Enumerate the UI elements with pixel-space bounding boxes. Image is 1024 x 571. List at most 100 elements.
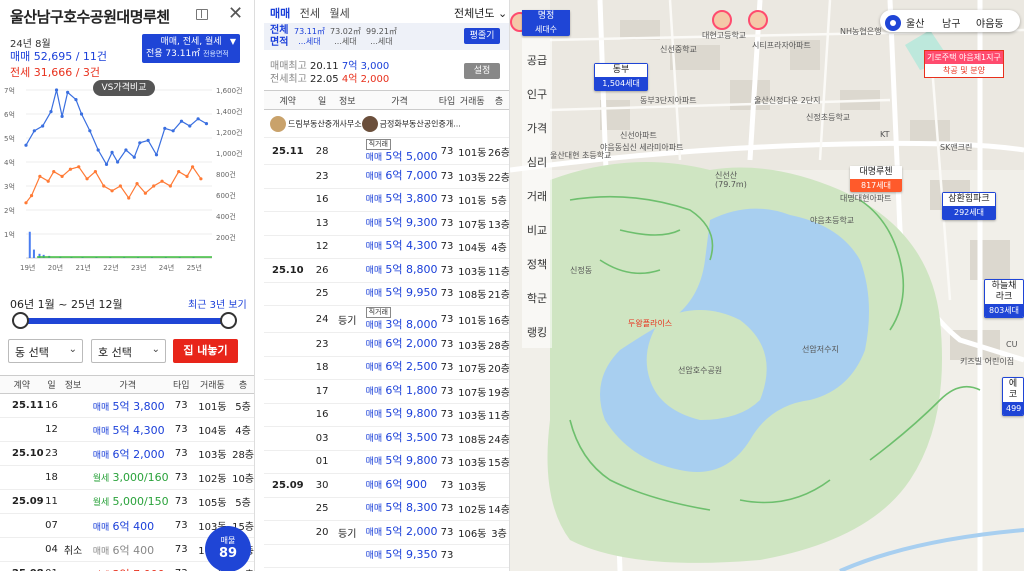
table-row[interactable]: 18 매매 6억 2,500 73 107동 20층 [264,356,509,380]
table-row[interactable]: 23 매매 6억 7,000 73 103동 22층 [264,164,509,189]
map-menu-item[interactable]: 공급 [520,52,554,68]
complex-marker-eco[interactable]: 에코 499 [1002,377,1024,416]
map-menu-item[interactable]: 심리 [520,154,554,170]
filter-badge[interactable]: 매매, 전세, 월세 ▼ 전용 73.11㎡ 전용면적 [142,34,240,63]
table-row[interactable]: 매매 5억 9,350 73 [264,544,509,568]
table-row[interactable]: 16 매매 5억 9,800 73 103동 11층 [264,403,509,427]
cell-day: 17 [311,379,333,404]
list-house-button[interactable]: 집 내놓기 [173,339,238,363]
area-option[interactable]: 73.02㎡ ...세대 [330,27,361,47]
table-row[interactable]: 24 등기 직거래 매매 3억 8,000 73 101동 16층 [264,305,509,333]
location-icon[interactable] [885,15,901,31]
table-row[interactable]: 25.11 16 매매 5억 3,800 73 101동 5층 [0,393,254,418]
complex-marker-daemyeong-luchen[interactable]: 대명루첸 817세대 [850,166,902,192]
table-row[interactable]: 03 매매 6억 3,500 73 108동 24층 [264,426,509,451]
table-row[interactable]: 25.10 23 매매 6억 2,000 73 103동 28층 [0,441,254,466]
area-option[interactable]: 73.11㎡ ...세대 [294,27,325,47]
user-avatar[interactable] [712,10,732,30]
table-row[interactable]: 25.11 28 직거래 매매 5억 5,000 73 101동 26층 [264,137,509,165]
table-row[interactable]: 16 매매 5억 3,800 73 101동 5층 [264,188,509,212]
table-row[interactable]: 17 매매 6억 1,800 73 107동 19층 [264,379,509,404]
cell-info [332,356,362,380]
area-all-label[interactable]: 전체 면적 [270,25,290,49]
col-type[interactable]: 타입 [437,90,457,110]
col-info[interactable]: 정보 [332,90,362,110]
cell-price: 매매 5억 8,300 [361,497,438,521]
table-row[interactable]: 12 매매 5억 4,300 73 104동 4층 [264,235,509,259]
table-row[interactable]: 25.09 30 매매 6억 900 73 103동 [264,473,509,498]
region-1[interactable]: 울산 [906,15,924,30]
year-select[interactable]: 전체년도 ⌄ [454,5,507,21]
table-row[interactable]: 25 매매 5억 9,950 73 108동 21층 [264,282,509,306]
close-icon[interactable]: ✕ [228,3,243,24]
filter-area-small: 전용면적 [203,50,229,58]
complex-marker-samhwan[interactable]: 삼환힘파크 292세대 [942,192,996,220]
map-menu-item[interactable]: 학군 [520,290,554,306]
cell-day: 12 [43,417,60,442]
recent-3y-button[interactable]: 최근 3년 보기 [188,296,247,311]
marker-name: 명정 [522,10,570,23]
map-view[interactable]: 공급인구가격심리거래비교정책학군랭킹 울산 남구 야음동 명정 세대수 동부 1… [510,0,1024,571]
table-row[interactable]: 18 월세 3,000/160 73 102동 10층 [0,465,254,490]
range-slider-start-handle[interactable] [12,312,29,329]
range-slider-track[interactable] [20,318,230,324]
col-contract[interactable]: 계약 [0,375,44,394]
listing-count-bubble[interactable]: 매물 89 [205,526,251,571]
table-row[interactable]: 13 매매 5억 9,300 73 107동 13층 [264,211,509,236]
complex-marker-haneulchae[interactable]: 하늘채라크 803세대 [984,279,1024,318]
map-menu-item[interactable]: 비교 [520,222,554,238]
col-price[interactable]: 가격 [361,90,438,110]
map-label: 야음동심신 세라미아파트 [600,143,684,152]
cell-price: 전세 3억 7,000 [86,561,169,571]
tab-jeonse[interactable]: 전세 [300,7,320,20]
area-m2: 73.02㎡ [330,27,361,36]
table-row[interactable]: 25 매매 5억 8,300 73 102동 14층 [264,497,509,521]
table-row[interactable]: 01 매매 5억 9,800 73 103동 15층 [264,450,509,474]
area-option[interactable]: 99.21㎡ ...세대 [366,27,397,47]
dong-select[interactable]: 동 선택 ⌄ [8,339,83,363]
map-menu-item[interactable]: 거래 [520,188,554,204]
col-contract[interactable]: 계약 [264,90,312,110]
map-canvas [510,0,1024,571]
settings-button[interactable]: 설정 [464,63,500,79]
redevelopment-marker[interactable]: 기로주택 야음제1지구 착공 및 분양 [924,50,1004,78]
range-slider-end-handle[interactable] [220,312,237,329]
table-row[interactable]: 25.09 11 월세 5,000/150 73 105동 5층 [0,489,254,514]
pyeong-toggle-button[interactable]: 평줄기 [464,28,500,44]
ho-select[interactable]: 호 선택 ⌄ [91,339,166,363]
data-point [66,90,70,94]
col-dong[interactable]: 거래동 [193,375,232,394]
map-menu-item[interactable]: 인구 [520,86,554,102]
map-menu-item[interactable]: 정책 [520,256,554,272]
table-row[interactable]: 23 매매 6억 2,000 73 103동 28층 [264,332,509,357]
cell-info [59,441,87,466]
cell-type: 73 [168,537,194,562]
region-3[interactable]: 야음동 [976,15,1004,30]
book-icon[interactable] [196,9,208,20]
agent-row[interactable]: 드림부동산중개사무소 금정화부동산공인중개... [264,109,509,138]
cell-contract [0,465,44,490]
col-day[interactable]: 일 [311,90,333,110]
col-floor[interactable]: 층 [231,375,254,394]
region-selector[interactable]: 울산 남구 야음동 [880,10,1020,32]
col-floor[interactable]: 층 [488,90,509,110]
tab-monthly[interactable]: 월세 [330,7,350,20]
direct-deal-tag: 직거래 [365,139,391,150]
complex-marker-myeongjeong[interactable]: 명정 세대수 [522,10,570,36]
user-avatar[interactable] [748,10,768,30]
map-menu-item[interactable]: 가격 [520,120,554,136]
cell-type: 73 [437,426,457,451]
col-price[interactable]: 가격 [86,375,169,394]
map-menu-item[interactable]: 랭킹 [520,324,554,340]
col-info[interactable]: 정보 [59,375,87,394]
tab-sale[interactable]: 매매 [270,7,290,20]
col-dong[interactable]: 거래동 [456,90,488,110]
vs-compare-button[interactable]: VS가격비교 [93,80,155,96]
table-row[interactable]: 12 매매 5억 4,300 73 104동 4층 [0,417,254,442]
table-row[interactable]: 20 등기 매매 5억 2,000 73 106동 3층 [264,520,509,545]
table-row[interactable]: 25.10 26 매매 5억 8,800 73 103동 11층 [264,258,509,283]
col-type[interactable]: 타입 [168,375,194,394]
col-day[interactable]: 일 [43,375,60,394]
region-2[interactable]: 남구 [942,15,960,30]
complex-marker-dongbu[interactable]: 동부 1,504세대 [594,63,648,91]
